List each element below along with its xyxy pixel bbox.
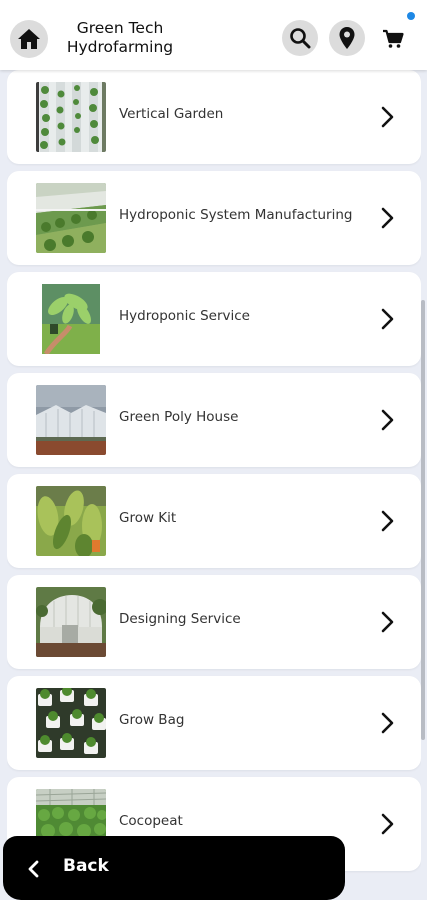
chevron-right-icon — [381, 611, 394, 633]
app-title: Green Tech Hydrofarming — [60, 19, 180, 57]
category-label: Hydroponic System Manufacturing — [119, 207, 353, 223]
category-image — [36, 486, 106, 556]
category-image — [36, 587, 106, 657]
category-image — [36, 284, 106, 354]
location-pin-icon — [339, 27, 355, 49]
category-card-hydroponic-service[interactable]: Hydroponic Service — [7, 272, 421, 366]
back-button[interactable]: Back — [3, 836, 345, 900]
chevron-right-icon — [381, 813, 394, 835]
category-label: Grow Kit — [119, 510, 177, 526]
home-button[interactable] — [10, 20, 48, 58]
category-list: Vertical Garden Hydroponic System Manufa… — [7, 70, 421, 900]
category-label: Green Poly House — [119, 409, 239, 425]
app-header: Green Tech Hydrofarming — [0, 0, 427, 70]
home-icon — [18, 29, 40, 49]
category-card-grow-kit[interactable]: Grow Kit — [7, 474, 421, 568]
chevron-right-icon — [381, 712, 394, 734]
category-label: Designing Service — [119, 611, 241, 627]
chevron-right-icon — [381, 308, 394, 330]
category-label: Grow Bag — [119, 712, 185, 728]
category-image — [36, 82, 106, 152]
category-card-hydroponic-system-manufacturing[interactable]: Hydroponic System Manufacturing — [7, 171, 421, 265]
category-label: Hydroponic Service — [119, 308, 250, 324]
search-icon — [290, 28, 311, 49]
chevron-left-icon — [28, 860, 39, 878]
app-title-line1: Green Tech — [76, 19, 164, 37]
category-image — [36, 183, 106, 253]
category-label: Vertical Garden — [119, 106, 224, 122]
category-image — [36, 385, 106, 455]
chevron-right-icon — [381, 106, 394, 128]
chevron-right-icon — [381, 409, 394, 431]
cart-icon — [383, 29, 404, 48]
category-label: Cocopeat — [119, 813, 183, 829]
cart-button[interactable] — [378, 24, 408, 54]
search-button[interactable] — [282, 20, 318, 56]
location-button[interactable] — [329, 20, 365, 56]
chevron-right-icon — [381, 510, 394, 532]
category-card-vertical-garden[interactable]: Vertical Garden — [7, 70, 421, 164]
cart-notification-dot — [407, 12, 415, 20]
chevron-right-icon — [381, 207, 394, 229]
category-card-designing-service[interactable]: Designing Service — [7, 575, 421, 669]
category-card-green-poly-house[interactable]: Green Poly House — [7, 373, 421, 467]
app-title-line2: Hydrofarming — [66, 38, 174, 56]
category-card-grow-bag[interactable]: Grow Bag — [7, 676, 421, 770]
list-scrollbar[interactable] — [421, 300, 425, 740]
category-image — [36, 688, 106, 758]
back-label: Back — [63, 856, 109, 876]
